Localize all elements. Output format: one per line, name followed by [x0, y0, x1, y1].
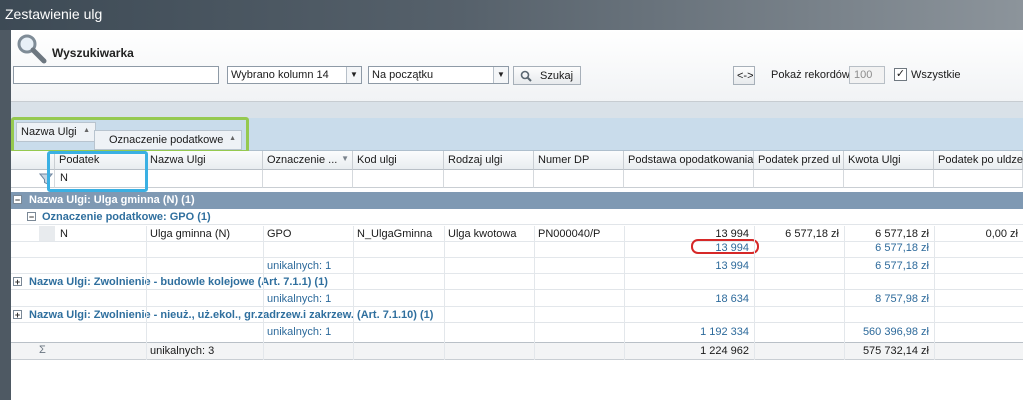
search-button[interactable]: Szukaj [513, 66, 581, 85]
group-summary-kwota: 560 396,98 zł [862, 326, 929, 338]
filter-cell[interactable] [844, 170, 934, 188]
column-separator [934, 226, 935, 360]
chevron-down-icon[interactable]: ▼ [493, 67, 508, 83]
group-summary-podstawa: 13 994 [715, 260, 749, 272]
filter-cell[interactable] [754, 170, 844, 188]
column-separator [534, 226, 535, 360]
column-header-nazwa-ulgi[interactable]: Nazwa Ulgi [146, 151, 263, 170]
cell-oznaczenie: GPO [267, 228, 292, 240]
cell-podatek-przed: 6 577,18 zł [785, 228, 839, 240]
column-header-oznaczenie[interactable]: Oznaczenie ... ▼ [263, 151, 353, 170]
swap-button-label: <-> [737, 70, 754, 82]
group-summary-podstawa: 1 192 334 [700, 326, 749, 338]
records-label: Pokaż rekordów [771, 69, 850, 81]
cell-nazwa-ulgi: Ulga gminna (N) [150, 228, 231, 240]
subtotal-kwota: 6 577,18 zł [875, 242, 929, 254]
collapse-icon[interactable]: − [27, 212, 36, 222]
column-header-kod-ulgi[interactable]: Kod ulgi [353, 151, 444, 170]
window-title: Zestawienie ulg [5, 6, 103, 22]
all-checkbox[interactable]: ✓ [894, 68, 907, 81]
group-summary-unikalnych: unikalnych: 1 [267, 326, 332, 338]
column-separator [754, 226, 755, 360]
search-input[interactable] [13, 66, 219, 84]
total-podstawa: 1 224 962 [700, 345, 749, 357]
filter-icon[interactable]: ▼ [341, 154, 349, 163]
filter-highlight [47, 151, 148, 192]
chevron-down-icon[interactable]: ▼ [346, 67, 361, 83]
filter-cell[interactable] [444, 170, 534, 188]
column-separator [146, 226, 147, 360]
search-panel-title: Wyszukiwarka [52, 46, 134, 60]
expand-icon[interactable]: + [13, 310, 22, 320]
column-separator [444, 226, 445, 360]
column-separator [263, 226, 264, 360]
total-kwota: 575 732,14 zł [862, 345, 929, 357]
column-separator [353, 226, 354, 360]
mode-combo-value: Na początku [372, 69, 434, 81]
group-summary-unikalnych: unikalnych: 1 [267, 260, 332, 272]
collapse-icon[interactable]: − [13, 195, 22, 205]
search-icon [520, 70, 532, 82]
toolbar-strip [11, 102, 1023, 118]
sigma-icon: Σ [39, 344, 46, 356]
group-summary-kwota: 6 577,18 zł [875, 260, 929, 272]
column-header-kwota-ulgi[interactable]: Kwota Ulgi [844, 151, 934, 170]
group-summary-kwota: 8 757,98 zł [875, 293, 929, 305]
group-row-nieuz[interactable]: + Nazwa Ulgi: Zwolnienie - nieuż., uż.ek… [11, 307, 1023, 323]
group-row-budowle-kolejowe[interactable]: + Nazwa Ulgi: Zwolnienie - budowle kolej… [11, 274, 1023, 290]
cell-kwota-ulgi: 6 577,18 zł [875, 228, 929, 240]
cell-kod-ulgi: N_UlgaGminna [357, 228, 433, 240]
left-strip [0, 30, 11, 400]
row-divider [11, 257, 1023, 258]
columns-combo[interactable]: Wybrano kolumn 14 ▼ [227, 66, 362, 84]
column-header-podatek-przed[interactable]: Podatek przed ul [754, 151, 844, 170]
group-summary-podstawa: 18 634 [715, 293, 749, 305]
filter-cell[interactable] [934, 170, 1023, 188]
columns-combo-value: Wybrano kolumn 14 [231, 69, 329, 81]
all-label: Wszystkie [911, 69, 961, 81]
filter-cell[interactable] [353, 170, 444, 188]
cell-podatek: N [60, 228, 68, 240]
filter-cell[interactable] [534, 170, 624, 188]
column-header-podstawa[interactable]: Podstawa opodatkowania [624, 151, 754, 170]
subtotal-highlight [691, 239, 759, 254]
column-header-podatek-po[interactable]: Podatek po uldze [934, 151, 1023, 170]
filter-cell[interactable] [624, 170, 754, 188]
cell-numer-dp: PN000040/P [538, 228, 601, 240]
mode-combo[interactable]: Na początku ▼ [368, 66, 509, 84]
column-separator [624, 226, 625, 360]
group-row-ulga-gminna[interactable]: − Nazwa Ulgi: Ulga gminna (N) (1) [11, 192, 1023, 209]
expand-icon[interactable]: + [13, 277, 22, 287]
records-input[interactable]: 100 [849, 66, 885, 84]
cell-rodzaj-ulgi: Ulga kwotowa [448, 228, 517, 240]
cell-podatek-po: 0,00 zł [985, 228, 1018, 240]
group-summary-unikalnych: unikalnych: 1 [267, 293, 332, 305]
row-indicator[interactable] [39, 226, 55, 241]
column-separator [844, 226, 845, 360]
total-unikalnych: unikalnych: 3 [150, 345, 215, 357]
magnifier-icon [17, 34, 47, 64]
title-bar: Zestawienie ulg [0, 0, 1023, 30]
check-icon: ✓ [895, 68, 906, 80]
column-header-numer-dp[interactable]: Numer DP [534, 151, 624, 170]
swap-button[interactable]: <-> [733, 66, 755, 85]
column-header-rodzaj-ulgi[interactable]: Rodzaj ulgi [444, 151, 534, 170]
filter-cell[interactable] [146, 170, 263, 188]
subgroup-row-gpo[interactable]: − Oznaczenie podatkowe: GPO (1) [11, 209, 1023, 225]
group-by-highlight [11, 117, 249, 153]
search-button-label: Szukaj [540, 70, 574, 82]
filter-cell[interactable] [263, 170, 353, 188]
